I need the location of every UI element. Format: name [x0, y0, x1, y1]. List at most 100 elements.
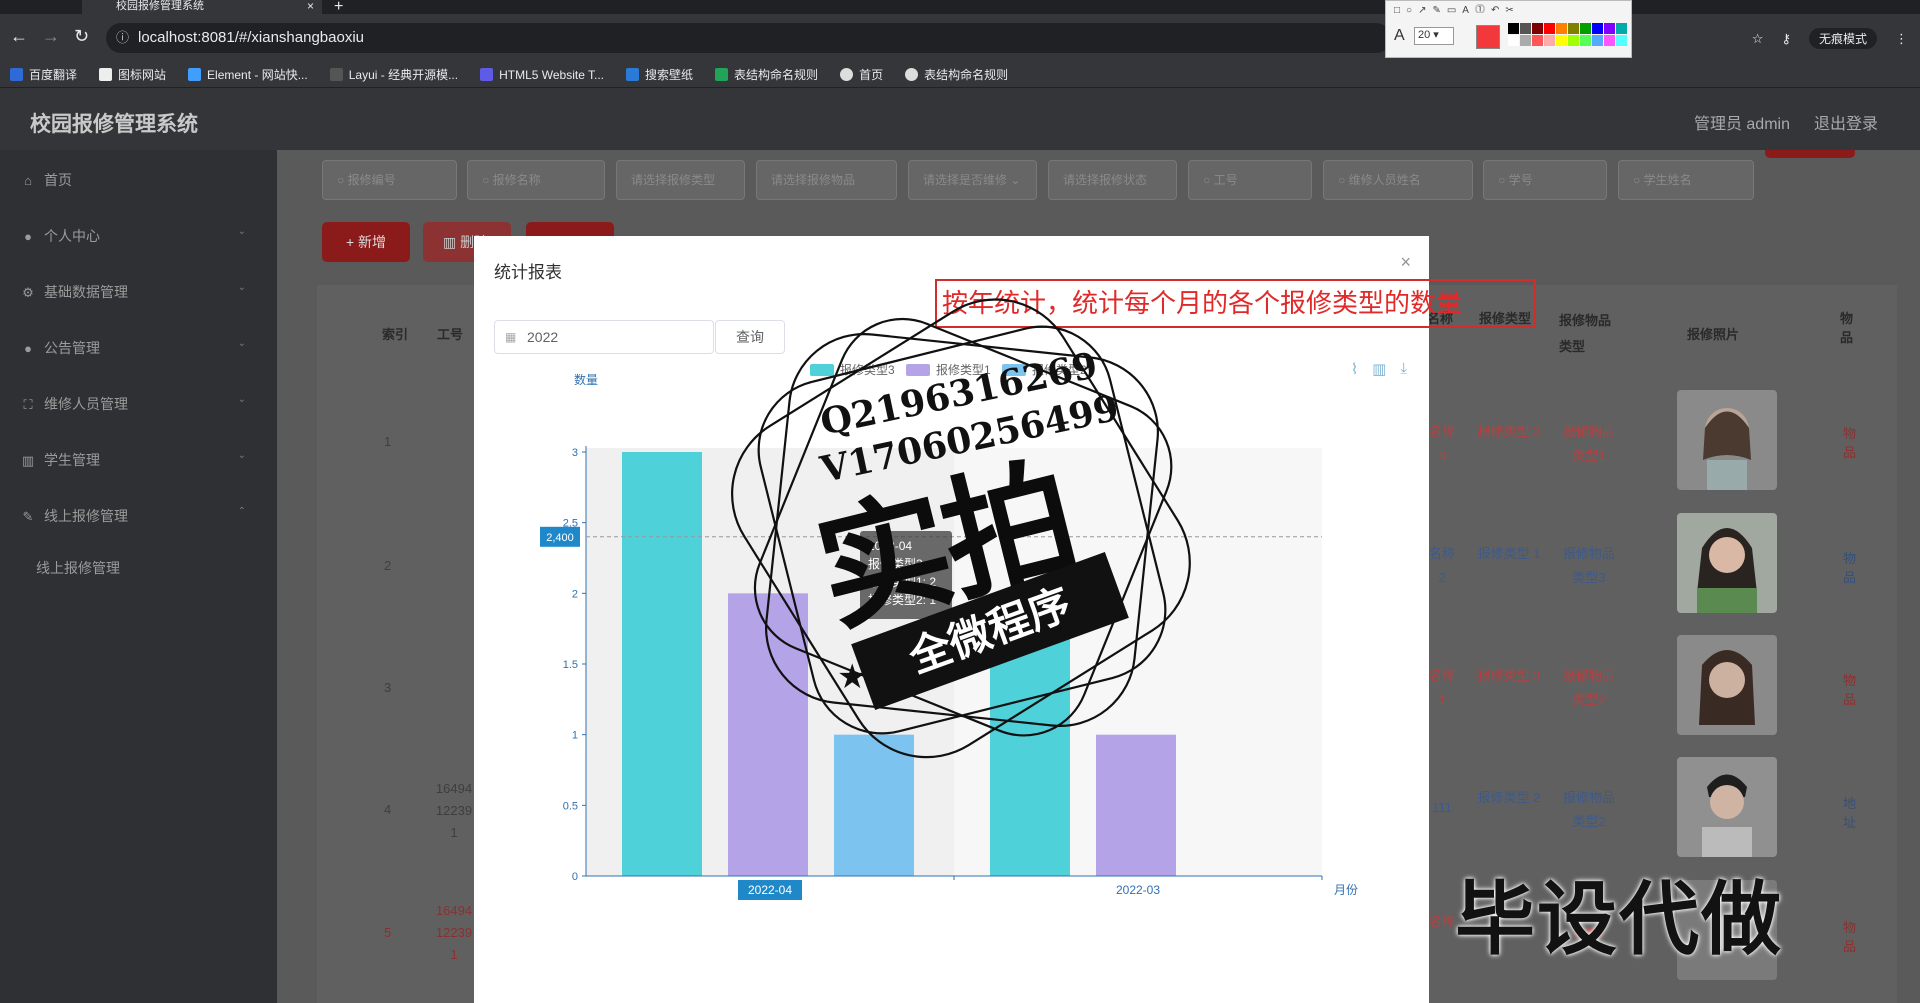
table-cell-work-no: 16494 12239 1	[435, 903, 473, 962]
table-cell-item-type: 报修物品类型2	[1562, 668, 1615, 707]
palette-color[interactable]	[1508, 23, 1519, 34]
x-axis-label: 月份	[1334, 883, 1358, 897]
filter-input[interactable]: ○ 学生姓名	[1618, 160, 1754, 200]
app-title: 校园报修管理系统	[30, 113, 198, 136]
home-icon: ⌂	[24, 173, 32, 188]
table-header: 报修物品类型	[1559, 313, 1612, 354]
palette-color[interactable]	[1544, 23, 1555, 34]
table-cell-name: 名称 1	[1428, 668, 1455, 707]
key-icon[interactable]: ⚷	[1781, 31, 1791, 47]
table-cell-name: 名称	[1428, 914, 1455, 929]
tab-close-icon[interactable]: ×	[307, 0, 314, 12]
table-cell-item: 物品	[1843, 673, 1857, 707]
filter-input[interactable]: ○ 报修编号	[322, 160, 457, 200]
add-button[interactable]: + 新增	[322, 222, 410, 262]
y-tick-label: 0.5	[563, 800, 578, 812]
palette-color[interactable]	[1556, 23, 1567, 34]
top-action-button[interactable]	[1765, 150, 1855, 158]
filter-select[interactable]: 请选择报修状态	[1048, 160, 1177, 200]
palette-color[interactable]	[1520, 23, 1531, 34]
repair-photo[interactable]	[1677, 390, 1777, 490]
font-size-select[interactable]: 20 ▾	[1414, 27, 1454, 45]
browser-tab-strip: 校园报修管理系统 × +	[0, 0, 1920, 15]
sidebar-subitem-online-repair[interactable]: 线上报修管理	[36, 558, 120, 578]
bookmark[interactable]: 表结构命名规则	[905, 66, 1008, 83]
palette-color[interactable]	[1544, 35, 1555, 46]
palette-color[interactable]	[1616, 23, 1627, 34]
sidebar-item-online-repair[interactable]: ✎ 线上报修管理 ⌃	[20, 506, 260, 526]
bookmark[interactable]: 表结构命名规则	[715, 66, 818, 83]
sidebar-item-notice[interactable]: ● 公告管理 ⌄	[20, 338, 260, 358]
menu-icon[interactable]: ⋮	[1895, 31, 1908, 47]
sidebar-item-repairmen[interactable]: ⛶ 维修人员管理 ⌄	[20, 394, 260, 414]
filter-select[interactable]: 请选择报修类型	[616, 160, 745, 200]
palette-color[interactable]	[1556, 35, 1567, 46]
filter-select[interactable]: 请选择是否维修 ⌄	[908, 160, 1037, 200]
bookmark[interactable]: 百度翻译	[10, 66, 77, 83]
forward-icon[interactable]: →	[42, 26, 60, 47]
logout-link[interactable]: 退出登录	[1814, 110, 1878, 134]
text-tool-icon[interactable]: A	[1394, 27, 1405, 45]
palette-color[interactable]	[1568, 23, 1579, 34]
close-icon[interactable]: ×	[1400, 252, 1411, 273]
table-cell-item-type: 报修物品类型3	[1562, 546, 1615, 585]
user-label: 管理员 admin	[1693, 116, 1790, 133]
current-color-swatch[interactable]	[1476, 25, 1500, 49]
bar-报修类型3[interactable]	[622, 452, 702, 876]
sidebar-item-home[interactable]: ⌂ 首页	[20, 170, 260, 190]
axis-pointer-value: 2,400	[546, 532, 574, 544]
annotation-tools-row[interactable]: □○↗✎▭A⓵↶✂▣⌖◉⬇⌷☆↩✓	[1386, 1, 1631, 13]
repair-photo[interactable]	[1677, 757, 1777, 857]
palette-color[interactable]	[1592, 23, 1603, 34]
palette-color[interactable]	[1532, 23, 1543, 34]
annotation-toolbar: □○↗✎▭A⓵↶✂▣⌖◉⬇⌷☆↩✓ A 20 ▾	[1385, 0, 1632, 58]
chevron-down-icon: ⌄	[237, 450, 246, 461]
palette-color[interactable]	[1568, 35, 1579, 46]
chevron-down-icon: ⌄	[237, 338, 246, 349]
palette-color[interactable]	[1604, 23, 1615, 34]
bookmark[interactable]: 搜索壁纸	[626, 66, 693, 83]
repair-photo[interactable]	[1677, 635, 1777, 735]
table-header: 索引	[382, 327, 409, 342]
filter-input[interactable]: ○ 工号	[1188, 160, 1312, 200]
table-cell-repair-type: 报修类型 2	[1477, 790, 1541, 805]
table-cell-item: 物品	[1843, 551, 1857, 585]
sidebar-item-profile[interactable]: ● 个人中心 ⌄	[20, 226, 260, 246]
browser-tab[interactable]: 校园报修管理系统 ×	[82, 0, 322, 14]
bookmark[interactable]: 图标网站	[99, 66, 166, 83]
url-field[interactable]: ⓘ localhost:8081/#/xianshangbaoxiu	[106, 23, 1391, 53]
filter-input[interactable]: ○ 学号	[1483, 160, 1607, 200]
table-cell-item-type: 报修物品类型2	[1562, 790, 1615, 829]
back-icon[interactable]: ←	[10, 26, 28, 47]
palette-color[interactable]	[1580, 35, 1591, 46]
sidebar-item-students[interactable]: ▥ 学生管理 ⌄	[20, 450, 260, 470]
site-info-icon[interactable]: ⓘ	[116, 23, 129, 53]
filter-input[interactable]: ○ 维修人员姓名	[1323, 160, 1473, 200]
user-icon: ●	[24, 229, 32, 244]
year-picker[interactable]: ▦ 2022	[494, 320, 714, 354]
bookmark[interactable]: 首页	[840, 66, 883, 83]
palette-color[interactable]	[1616, 35, 1627, 46]
repair-photo[interactable]	[1677, 513, 1777, 613]
color-palette[interactable]	[1508, 23, 1627, 46]
table-cell-index: 3	[384, 680, 392, 695]
palette-color[interactable]	[1520, 35, 1531, 46]
bookmark[interactable]: Layui - 经典开源模...	[329, 66, 458, 83]
bookmark[interactable]: HTML5 Website T...	[480, 68, 604, 82]
star-icon[interactable]: ☆	[1752, 31, 1764, 47]
palette-color[interactable]	[1580, 23, 1591, 34]
dialog-title: 统计报表	[494, 263, 562, 282]
sidebar-item-basic-data[interactable]: ⚙ 基础数据管理 ⌄	[20, 282, 260, 302]
table-cell-name: 名称 3	[1428, 424, 1455, 463]
bookmark[interactable]: Element - 网站快...	[188, 66, 308, 83]
palette-color[interactable]	[1604, 35, 1615, 46]
palette-color[interactable]	[1592, 35, 1603, 46]
incognito-badge[interactable]: 无痕模式	[1808, 28, 1877, 49]
reload-icon[interactable]: ↻	[74, 26, 89, 47]
palette-color[interactable]	[1508, 35, 1519, 46]
palette-color[interactable]	[1532, 35, 1543, 46]
filter-select[interactable]: 请选择报修物品	[756, 160, 897, 200]
table-cell-item: 物品	[1843, 920, 1857, 954]
filter-input[interactable]: ○ 报修名称	[467, 160, 605, 200]
table-cell-name: 名称 2	[1428, 546, 1455, 585]
